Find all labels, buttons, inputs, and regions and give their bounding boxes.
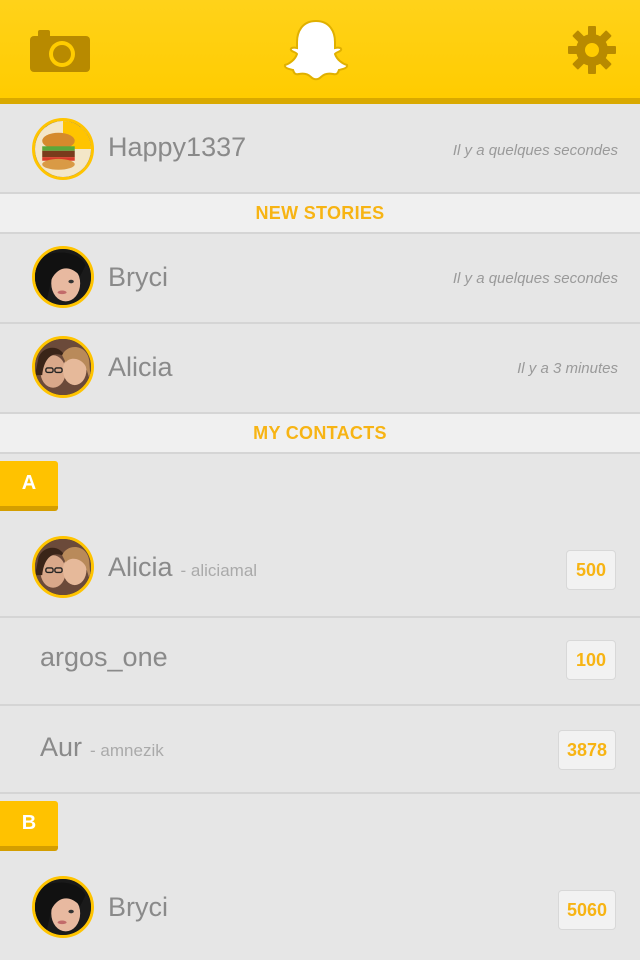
- contact-name-line: Alicia - aliciamal: [108, 552, 257, 583]
- burger-avatar-image: [35, 121, 91, 177]
- section-header-new-stories: NEW STORIES: [0, 194, 640, 234]
- alicia-avatar-image: [35, 339, 91, 395]
- story-row[interactable]: Bryci Il y a quelques secondes: [0, 234, 640, 324]
- avatar: [32, 118, 94, 180]
- contact-name: Bryci: [108, 262, 168, 292]
- alicia-avatar-image: [35, 539, 91, 595]
- timestamp: Il y a 3 minutes: [517, 360, 618, 377]
- letter-index-b: B: [0, 801, 58, 851]
- contact-username: - amnezik: [90, 741, 164, 760]
- snap-score-badge: 500: [566, 550, 616, 590]
- contact-name-line: Aur - amnezik: [40, 732, 164, 763]
- avatar: [32, 536, 94, 598]
- bryci-avatar-image: [35, 249, 91, 305]
- ghost-logo-icon: [283, 19, 349, 81]
- snap-score-badge: 5060: [557, 890, 616, 930]
- section-header-my-contacts: MY CONTACTS: [0, 414, 640, 454]
- ghost-logo-button[interactable]: [280, 14, 352, 86]
- contact-name: argos_one: [40, 642, 168, 672]
- camera-button[interactable]: [24, 14, 96, 86]
- bryci-avatar-image: [35, 879, 91, 935]
- timestamp: Il y a quelques secondes: [452, 270, 618, 287]
- avatar: [32, 876, 94, 938]
- contact-row[interactable]: Bryci 5060: [0, 864, 640, 960]
- gear-icon: [568, 26, 616, 74]
- contact-name: Alicia: [108, 352, 173, 382]
- contact-username: - aliciamal: [180, 561, 258, 580]
- contact-row[interactable]: argos_one 100: [0, 618, 640, 706]
- avatar: [32, 246, 94, 308]
- snap-score-badge: 3878: [557, 730, 616, 770]
- story-row[interactable]: Alicia Il y a 3 minutes: [0, 324, 640, 414]
- recent-snap-row[interactable]: Happy1337 Il y a quelques secondes: [0, 104, 640, 194]
- letter-index-a: A: [0, 461, 58, 511]
- avatar: [32, 336, 94, 398]
- settings-button[interactable]: [556, 14, 628, 86]
- contact-name: Alicia: [108, 552, 173, 582]
- camera-icon: [30, 30, 90, 72]
- contact-row[interactable]: Aur - amnezik 3878: [0, 706, 640, 794]
- contact-name: Aur: [40, 732, 83, 762]
- contact-row[interactable]: Alicia - aliciamal 500: [0, 528, 640, 618]
- top-bar: [0, 0, 640, 104]
- contact-name: Bryci: [108, 892, 168, 922]
- timestamp: Il y a quelques secondes: [452, 142, 618, 159]
- snap-score-badge: 100: [566, 640, 616, 680]
- contact-name: Happy1337: [108, 132, 247, 162]
